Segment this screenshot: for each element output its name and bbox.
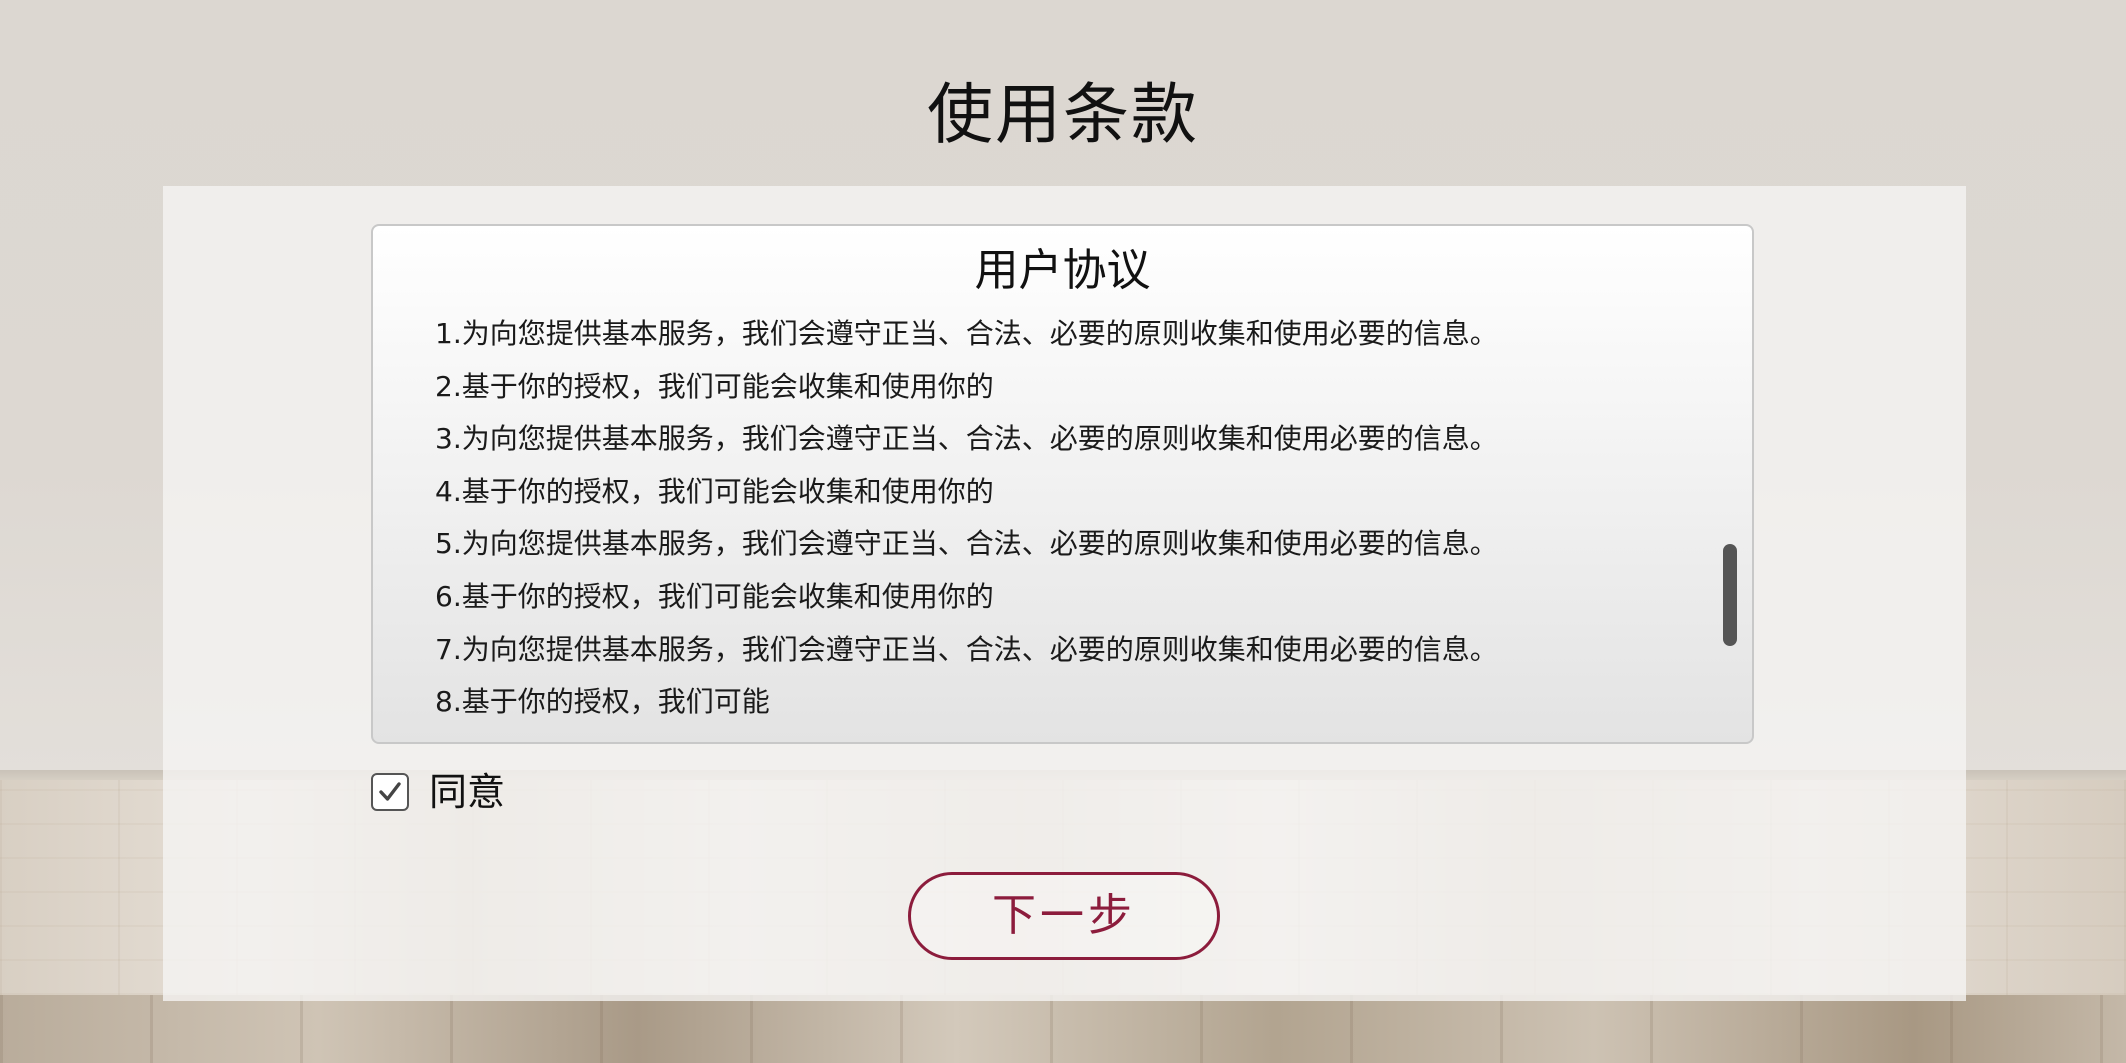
agree-label: 同意 — [429, 770, 506, 814]
term-item: 5.为向您提供基本服务，我们会遵守正当、合法、必要的原则收集和使用必要的信息。 — [435, 527, 1498, 561]
term-item: 7.为向您提供基本服务，我们会遵守正当、合法、必要的原则收集和使用必要的信息。 — [435, 632, 1498, 666]
term-item: 2.基于你的授权，我们可能会收集和使用你的 — [435, 369, 994, 403]
agree-checkbox[interactable] — [371, 773, 409, 811]
agree-checkbox-row[interactable]: 同意 — [371, 770, 505, 814]
agreement-title: 用户协议 — [974, 245, 1151, 296]
term-item: 3.为向您提供基本服务，我们会遵守正当、合法、必要的原则收集和使用必要的信息。 — [435, 422, 1498, 456]
next-button[interactable]: 下一步 — [908, 872, 1220, 960]
term-item: 4.基于你的授权，我们可能会收集和使用你的 — [435, 474, 994, 508]
check-icon — [379, 782, 401, 801]
scrollbar-thumb[interactable] — [1723, 544, 1737, 646]
background-floor-near — [0, 995, 2126, 1063]
term-item: 1.为向您提供基本服务，我们会遵守正当、合法、必要的原则收集和使用必要的信息。 — [435, 317, 1498, 350]
term-item: 8.基于你的授权，我们可能 — [435, 685, 770, 719]
terms-list: 1.为向您提供基本服务，我们会遵守正当、合法、必要的原则收集和使用必要的信息。 … — [435, 314, 1635, 735]
page-title: 使用条款 — [927, 76, 1199, 153]
term-item: 6.基于你的授权，我们可能会收集和使用你的 — [435, 579, 994, 613]
terms-panel: 用户协议 1.为向您提供基本服务，我们会遵守正当、合法、必要的原则收集和使用必要… — [163, 186, 1966, 1001]
agreement-scroll-box[interactable]: 用户协议 1.为向您提供基本服务，我们会遵守正当、合法、必要的原则收集和使用必要… — [371, 224, 1754, 744]
